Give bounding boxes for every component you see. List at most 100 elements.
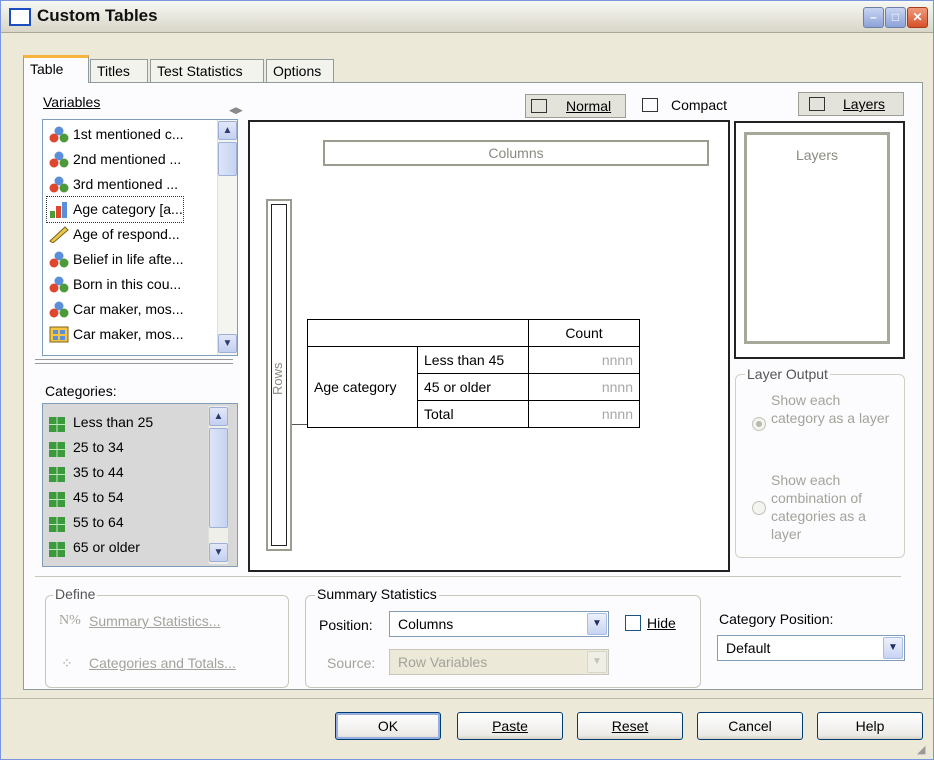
splitter[interactable]	[35, 359, 233, 364]
category-icon	[49, 515, 69, 532]
nominal-icon	[49, 176, 69, 193]
chevron-down-icon[interactable]: ▼	[587, 651, 607, 673]
scroll-thumb[interactable]	[209, 428, 228, 528]
category-label: 45 to 54	[73, 489, 124, 505]
resize-grip-icon[interactable]: ◢	[917, 743, 925, 756]
category-list-item[interactable]: 65 or older	[47, 535, 140, 560]
custom-tables-dialog: Custom Tables – □ ✕ Table Titles Test St…	[0, 0, 934, 760]
variable-list-item[interactable]: 1st mentioned c...	[47, 122, 184, 147]
variable-list-item[interactable]: Belief in life afte...	[47, 247, 184, 272]
scale-ruler-icon	[49, 226, 69, 244]
nominal-icon	[49, 151, 69, 168]
summary-stats-icon: N%	[59, 613, 81, 628]
layer-category-label: Show each category as a layer	[771, 392, 890, 426]
cancel-button[interactable]: Cancel	[697, 712, 803, 740]
tab-test-statistics[interactable]: Test Statistics	[150, 59, 264, 83]
variable-label: Belief in life afte...	[73, 251, 184, 267]
nominal-icon	[49, 251, 69, 268]
position-label: Position:	[319, 617, 373, 633]
categories-scrollbar[interactable]: ▲ ▼	[208, 406, 228, 564]
chevron-down-icon[interactable]: ▼	[883, 637, 903, 659]
multiple-response-icon	[49, 326, 69, 343]
layer-output-title: Layer Output	[745, 366, 830, 382]
layers-drop-zone[interactable]: Layers	[744, 132, 890, 344]
window-icon	[9, 8, 31, 26]
row-variable-cell[interactable]: Age category	[307, 346, 418, 428]
nominal-icon	[49, 301, 69, 318]
category-list-item[interactable]: 35 to 44	[47, 460, 124, 485]
variable-list-item[interactable]: Born in this cou...	[47, 272, 181, 297]
categories-totals-button[interactable]: Categories and Totals...	[89, 655, 236, 671]
categories-list[interactable]: Less than 25 25 to 34 35 to 44 45 to 54 55 t…	[42, 403, 238, 567]
category-position-label: Category Position:	[719, 611, 834, 627]
value-cell: nnnn	[528, 346, 640, 374]
scroll-up-icon[interactable]: ▲	[218, 121, 237, 140]
variables-list[interactable]: 1st mentioned c... 2nd mentioned ... 3rd m…	[42, 119, 238, 356]
variable-list-item[interactable]: Car maker, mos...	[47, 322, 183, 347]
source-select[interactable]: Row Variables ▼	[389, 649, 609, 675]
layer-combination-label: Show each combination of categories as a…	[771, 472, 866, 542]
variable-list-item[interactable]: Age of respond...	[47, 222, 180, 247]
row-category-cell: 45 or older	[417, 373, 529, 401]
minimize-button[interactable]: –	[863, 7, 884, 28]
layers-icon	[809, 97, 825, 111]
tab-options[interactable]: Options	[266, 59, 334, 83]
close-button[interactable]: ✕	[907, 7, 928, 28]
scroll-up-icon[interactable]: ▲	[209, 407, 228, 426]
category-position-select[interactable]: Default ▼	[717, 635, 905, 661]
ok-button[interactable]: OK	[335, 712, 441, 740]
variable-list-item[interactable]: Car maker, mos...	[47, 297, 183, 322]
help-button[interactable]: Help	[817, 712, 923, 740]
category-list-item[interactable]: 45 to 54	[47, 485, 124, 510]
variable-list-item[interactable]: Age category [a...	[46, 196, 184, 223]
tab-table[interactable]: Table	[23, 55, 89, 83]
layer-category-radio[interactable]	[752, 417, 766, 431]
tab-titles[interactable]: Titles	[90, 59, 148, 83]
layers-toggle-button[interactable]: Layers	[798, 92, 904, 116]
variable-label: 1st mentioned c...	[73, 126, 184, 142]
define-title: Define	[53, 586, 98, 602]
category-icon	[49, 490, 69, 507]
variables-scrollbar[interactable]: ▲ ▼	[217, 120, 237, 355]
stat-header: Count	[528, 319, 640, 347]
columns-drop-zone[interactable]: Columns	[323, 140, 709, 166]
variable-label: 2nd mentioned ...	[73, 151, 182, 167]
category-label: 65 or older	[73, 539, 140, 555]
categories-totals-icon: ⁘	[61, 655, 73, 671]
variables-label: Variables	[43, 94, 101, 110]
compact-grid-icon	[642, 98, 658, 112]
scroll-down-icon[interactable]: ▼	[218, 334, 237, 353]
category-list-item[interactable]: Less than 25	[47, 410, 153, 435]
category-list-item[interactable]: 25 to 34	[47, 435, 124, 460]
category-icon	[49, 540, 69, 557]
category-label: 35 to 44	[73, 464, 124, 480]
variable-label: Car maker, mos...	[73, 326, 184, 342]
category-label: 25 to 34	[73, 439, 124, 455]
scroll-thumb[interactable]	[218, 142, 237, 176]
normal-view-button[interactable]: Normal	[525, 94, 626, 118]
category-list-item[interactable]: 55 to 64	[47, 510, 124, 535]
scroll-down-icon[interactable]: ▼	[209, 543, 228, 562]
grid-icon	[531, 99, 547, 113]
category-label: Less than 25	[73, 414, 154, 430]
category-icon	[49, 415, 69, 432]
paste-button[interactable]: Paste	[457, 712, 563, 740]
position-select[interactable]: Columns ▼	[389, 611, 609, 637]
variable-label: 3rd mentioned ...	[73, 176, 179, 192]
layer-combination-radio[interactable]	[752, 501, 766, 515]
window-title: Custom Tables	[37, 6, 158, 25]
hide-label: Hide	[647, 615, 676, 631]
define-summary-statistics-button[interactable]: Summary Statistics...	[89, 613, 220, 629]
resize-arrows-icon[interactable]: ◀▶	[229, 105, 243, 116]
define-group	[45, 595, 289, 688]
variable-list-item[interactable]: 3rd mentioned ...	[47, 172, 178, 197]
categories-label: Categories:	[45, 383, 117, 399]
hide-checkbox[interactable]	[625, 615, 641, 631]
maximize-button[interactable]: □	[885, 7, 906, 28]
table-preview: Count Age category Less than 45 nnnn 45 …	[307, 319, 640, 428]
compact-view-button[interactable]: Compact	[638, 94, 738, 118]
chevron-down-icon[interactable]: ▼	[587, 613, 607, 635]
variable-list-item[interactable]: 2nd mentioned ...	[47, 147, 181, 172]
reset-button[interactable]: Reset	[577, 712, 683, 740]
nominal-icon	[49, 126, 69, 143]
